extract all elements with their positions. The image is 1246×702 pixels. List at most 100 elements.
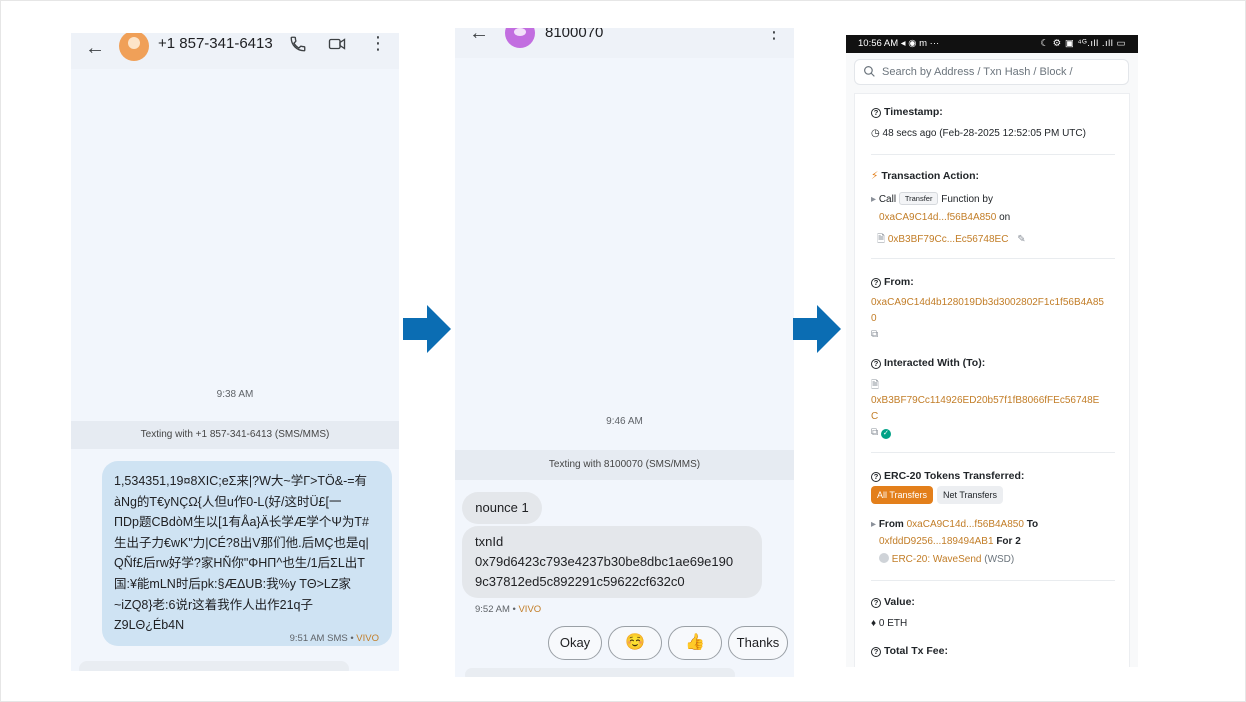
divider	[871, 154, 1115, 155]
more-options-icon[interactable]: ⋮	[369, 34, 387, 52]
copy-icon[interactable]: ⧉	[871, 427, 878, 438]
net-transfers-button[interactable]: Net Transfers	[937, 486, 1004, 504]
pencil-icon[interactable]: ✎	[1017, 234, 1025, 245]
token-name[interactable]: ERC-20: WaveSend	[892, 554, 982, 565]
phone-call-icon[interactable]	[289, 35, 307, 58]
message-line: àNg的T€yNÇΩ{人但u作0-L(好/这时Ü£[一	[114, 494, 342, 509]
method-badge: Transfer	[898, 192, 939, 205]
message-line: ~iZQ8}老:6说r这着我作人出作21q子	[114, 597, 314, 612]
back-arrow-icon[interactable]: ←	[469, 28, 489, 45]
action-contract-row: 🗎 0xB3BF79Cc...Ec56748EC ✎	[877, 232, 1026, 249]
transfer-to-address[interactable]: 0xfddD9256...189494AB1	[879, 536, 994, 547]
message-line: QÑf£后rw好学?家HÑ你"ΦHΠ^也生/1后ΣL出T	[114, 556, 365, 571]
chevron-right-icon[interactable]: ▸	[871, 194, 876, 205]
action-from-address[interactable]: 0xaCA9C14d...f56B4A850	[879, 212, 996, 223]
smart-reply-chip[interactable]: 👍	[668, 626, 722, 660]
status-time: 10:56 AM	[858, 38, 899, 49]
incoming-message-bubble[interactable]: txnId 0x79d6423c793e4237b30be8dbc1ae69e1…	[462, 526, 762, 598]
back-arrow-icon[interactable]: ←	[85, 37, 105, 60]
to-actions: ⧉ ✓	[871, 427, 891, 439]
action-from-row: 0xaCA9C14d...f56B4A850 on	[879, 212, 1011, 223]
incoming-message-bubble[interactable]: 1,534351,19¤8XIC;eΣ来|?W大~学Γ>TÖ&-=有 àNg的T…	[102, 461, 392, 646]
to-address[interactable]: 0xB3BF79Cc114926ED20b57f1fB8066fFEc56748…	[871, 395, 1099, 406]
value-amount: ♦ 0 ETH	[871, 618, 908, 629]
message-line: 国:¥能mLN时后pk:§ÆΔUB:我%y TΘ>LZ家	[114, 576, 351, 591]
document-icon: 🗎	[871, 380, 880, 391]
video-call-icon[interactable]	[327, 35, 347, 58]
action-contract-address[interactable]: 0xB3BF79Cc...Ec56748EC	[888, 234, 1009, 245]
status-system-icons: ☾ ⚙ ▣ ⁴ᴳ.ıll .ıll ▭	[1040, 38, 1126, 49]
chevron-right-icon[interactable]: ▸	[871, 519, 876, 530]
from-address[interactable]: 0xaCA9C14d4b128019Db3d3002802F1c1f56B4A8…	[871, 297, 1104, 308]
transaction-action-label: ⚡ Transaction Action:	[871, 170, 979, 182]
help-icon[interactable]: ?	[871, 598, 881, 608]
sms-screen-1: ← +1 857-341-6413 ⋮ 9:38 AM Texting with…	[71, 33, 399, 671]
timestamp-label: ? Timestamp:	[871, 106, 943, 118]
sim-label: VIVO	[356, 633, 379, 644]
avatar[interactable]	[119, 33, 149, 61]
message-meta: 9:51 AM SMS • VIVO	[290, 633, 379, 644]
message-meta: 9:52 AM • VIVO	[475, 604, 541, 615]
explorer-screen: 10:56 AM ◂ ◉ m ··· ☾ ⚙ ▣ ⁴ᴳ.ıll .ıll ▭ S…	[846, 35, 1138, 667]
sms-screen-2: ← 8100070 ⋮ 9:46 AM Texting with 8100070…	[455, 28, 794, 677]
value-label: ? Value:	[871, 596, 915, 608]
help-icon[interactable]: ?	[871, 647, 881, 657]
transfer-from-address[interactable]: 0xaCA9C14d...f56B4A850	[907, 519, 1024, 530]
status-left: 10:56 AM ◂ ◉ m ···	[858, 35, 939, 53]
transfer-row: ▸ From 0xaCA9C14d...f56B4A850 To	[871, 519, 1039, 530]
transfer-to-row: 0xfddD9256...189494AB1 For 2	[879, 536, 1021, 547]
texting-with-banner: Texting with 8100070 (SMS/MMS)	[455, 450, 794, 480]
total-fee-label: ? Total Tx Fee:	[871, 645, 948, 657]
search-input[interactable]: Search by Address / Txn Hash / Block /	[854, 59, 1129, 85]
to-address-tail[interactable]: C	[871, 411, 878, 422]
status-bar: 10:56 AM ◂ ◉ m ··· ☾ ⚙ ▣ ⁴ᴳ.ıll .ıll ▭	[846, 35, 1138, 53]
search-icon	[863, 60, 876, 85]
help-icon[interactable]: ?	[871, 359, 881, 369]
help-icon[interactable]: ?	[871, 108, 881, 118]
contact-name: +1 857-341-6413	[158, 35, 273, 52]
message-line: txnId	[475, 534, 504, 549]
compose-bar[interactable]	[465, 668, 735, 677]
message-line: 0x79d6423c793e4237b30be8dbc1ae69e190	[475, 554, 734, 569]
action-call-row: ▸ Call Transfer Function by	[871, 192, 993, 205]
document-icon: 🗎	[877, 234, 886, 245]
verified-check-icon: ✓	[880, 429, 891, 439]
smart-reply-chip[interactable]: Okay	[548, 626, 602, 660]
message-line: 生出子力€wK"力|CÉ?8出V那们他.后MÇ也是q|	[114, 535, 369, 550]
incoming-message-bubble[interactable]: nounce 1	[462, 492, 542, 524]
token-row: ERC-20: WaveSend (WSD)	[879, 553, 1014, 565]
avatar[interactable]	[505, 28, 535, 48]
message-time: 9:51 AM SMS •	[289, 633, 354, 644]
status-notification-icons: ◂ ◉ m ···	[900, 38, 940, 49]
conversation-header: ← +1 857-341-6413 ⋮	[71, 33, 399, 69]
sim-label: VIVO	[518, 604, 542, 615]
smart-reply-chip[interactable]: ☺️	[608, 626, 662, 660]
transaction-details-card: ? Timestamp: ◷ 48 secs ago (Feb-28-2025 1…	[854, 93, 1130, 667]
smart-reply-chip[interactable]: Thanks	[728, 626, 788, 660]
ethereum-icon: ♦	[871, 618, 877, 629]
from-label: ? From:	[871, 276, 914, 288]
flow-arrow-icon	[793, 305, 841, 353]
from-address-tail[interactable]: 0	[871, 313, 877, 324]
timestamp-value: ◷ 48 secs ago (Feb-28-2025 12:52:05 PM U…	[871, 128, 1086, 139]
conversation-header: ← 8100070 ⋮	[455, 28, 794, 58]
message-line: 1,534351,19¤8XIC;eΣ来|?W大~学Γ>TÖ&-=有	[114, 474, 368, 488]
help-icon[interactable]: ?	[871, 278, 881, 288]
lightning-icon: ⚡	[871, 170, 879, 182]
token-symbol: (WSD)	[984, 554, 1015, 565]
copy-icon[interactable]: ⧉	[871, 329, 878, 340]
timestamp-divider: 9:46 AM	[606, 416, 643, 427]
all-transfers-button[interactable]: All Transfers	[871, 486, 934, 504]
flow-arrow-icon	[403, 305, 451, 353]
message-line: 9c37812ed5c892291c59622cf632c0	[475, 574, 685, 589]
help-icon[interactable]: ?	[871, 472, 881, 482]
erc20-transfers-label: ? ERC-20 Tokens Transferred:	[871, 470, 1024, 482]
more-options-icon[interactable]: ⋮	[765, 28, 783, 41]
compose-bar[interactable]	[79, 661, 349, 671]
divider	[871, 452, 1115, 453]
message-line: ΠDp题CBdòM生以[1有Åa}Ä长学Æ学个Ψ为T#	[114, 515, 369, 530]
divider	[871, 258, 1115, 259]
clock-icon: ◷	[871, 128, 880, 139]
token-icon	[879, 553, 889, 563]
contact-name: 8100070	[545, 28, 604, 41]
